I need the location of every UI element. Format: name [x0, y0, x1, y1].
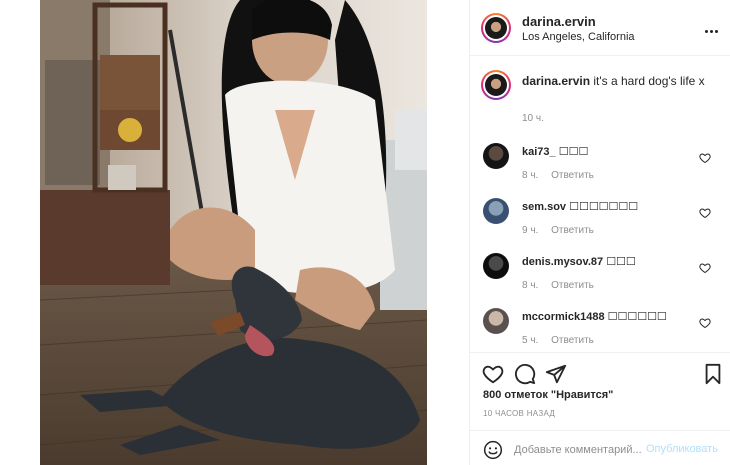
- comment-body: ☐☐☐: [606, 256, 636, 268]
- comment-body: ☐☐☐: [558, 146, 589, 158]
- commenter-username[interactable]: kai73_: [522, 146, 556, 158]
- like-heart-icon[interactable]: [482, 363, 504, 385]
- commenter-avatar[interactable]: [483, 253, 509, 279]
- left-gutter: [0, 0, 40, 465]
- comment-time[interactable]: 9 ч.: [522, 225, 538, 236]
- post-photo-illustration: [40, 0, 427, 465]
- comment-text-block: kai73_ ☐☐☐: [522, 145, 588, 158]
- commenter-username[interactable]: mccormick1488: [522, 311, 605, 323]
- caption-story-ring[interactable]: [481, 70, 511, 100]
- avatar-border: [483, 15, 509, 41]
- post-header: darina.ervin Los Angeles, California: [470, 0, 730, 56]
- post-details-panel: darina.ervin Los Angeles, California dar…: [469, 0, 730, 465]
- save-bookmark-icon[interactable]: [702, 363, 724, 385]
- reply-button[interactable]: Ответить: [551, 335, 594, 346]
- emoji-smiley-icon[interactable]: [483, 440, 503, 460]
- add-comment-bar: Опубликовать: [470, 430, 730, 465]
- post-location[interactable]: Los Angeles, California: [522, 31, 635, 43]
- comment-meta: 8 ч. Ответить: [522, 170, 594, 181]
- comment-time[interactable]: 8 ч.: [522, 170, 538, 181]
- comment-item: kai73_ ☐☐☐ 8 ч. Ответить: [470, 143, 730, 198]
- more-options-icon[interactable]: [705, 20, 721, 33]
- commenter-avatar[interactable]: [483, 198, 509, 224]
- story-ring[interactable]: [481, 13, 511, 43]
- comment-text-block: mccormick1488 ☐☐☐☐☐☐: [522, 310, 667, 323]
- comment-item: denis.mysov.87 ☐☐☐ 8 ч. Ответить: [470, 253, 730, 308]
- likes-count[interactable]: 800 отметок "Нравится": [483, 389, 613, 401]
- post-photo[interactable]: [40, 0, 427, 465]
- caption-text-block: darina.ervin it's a hard dog's life x: [522, 74, 722, 89]
- commenter-username[interactable]: sem.sov: [522, 201, 566, 213]
- like-comment-heart-icon[interactable]: [699, 207, 711, 219]
- comment-meta: 9 ч. Ответить: [522, 225, 594, 236]
- caption-body: it's a hard dog's life x: [593, 74, 705, 88]
- like-comment-heart-icon[interactable]: [699, 152, 711, 164]
- comment-meta: 5 ч. Ответить: [522, 335, 594, 346]
- commenter-avatar[interactable]: [483, 308, 509, 334]
- avatar: [485, 17, 507, 39]
- like-comment-heart-icon[interactable]: [699, 317, 711, 329]
- caption-username[interactable]: darina.ervin: [522, 74, 590, 88]
- comment-time[interactable]: 5 ч.: [522, 335, 538, 346]
- comment-bubble-icon[interactable]: [514, 363, 536, 385]
- share-paper-plane-icon[interactable]: [545, 363, 567, 385]
- caption-timestamp[interactable]: 10 ч.: [522, 113, 544, 124]
- like-comment-heart-icon[interactable]: [699, 262, 711, 274]
- comment-body: ☐☐☐☐☐☐: [607, 311, 667, 323]
- commenter-avatar[interactable]: [483, 143, 509, 169]
- publish-button[interactable]: Опубликовать: [646, 443, 718, 455]
- reply-button[interactable]: Ответить: [551, 280, 594, 291]
- comment-body: ☐☐☐☐☐☐☐: [569, 201, 639, 213]
- post-author-username[interactable]: darina.ervin: [522, 14, 596, 29]
- posted-time[interactable]: 10 ЧАСОВ НАЗАД: [483, 409, 555, 418]
- commenter-username[interactable]: denis.mysov.87: [522, 256, 603, 268]
- caption-avatar: [485, 74, 507, 96]
- comment-text-block: denis.mysov.87 ☐☐☐: [522, 255, 636, 268]
- caption-avatar-border: [483, 72, 509, 98]
- comment-input[interactable]: [514, 440, 644, 460]
- comment-time[interactable]: 8 ч.: [522, 280, 538, 291]
- comment-meta: 8 ч. Ответить: [522, 280, 594, 291]
- reply-button[interactable]: Ответить: [551, 170, 594, 181]
- post-actions: 800 отметок "Нравится" 10 ЧАСОВ НАЗАД: [470, 352, 730, 427]
- mid-gutter: [427, 0, 469, 465]
- comment-item: sem.sov ☐☐☐☐☐☐☐ 9 ч. Ответить: [470, 198, 730, 253]
- reply-button[interactable]: Ответить: [551, 225, 594, 236]
- comment-text-block: sem.sov ☐☐☐☐☐☐☐: [522, 200, 638, 213]
